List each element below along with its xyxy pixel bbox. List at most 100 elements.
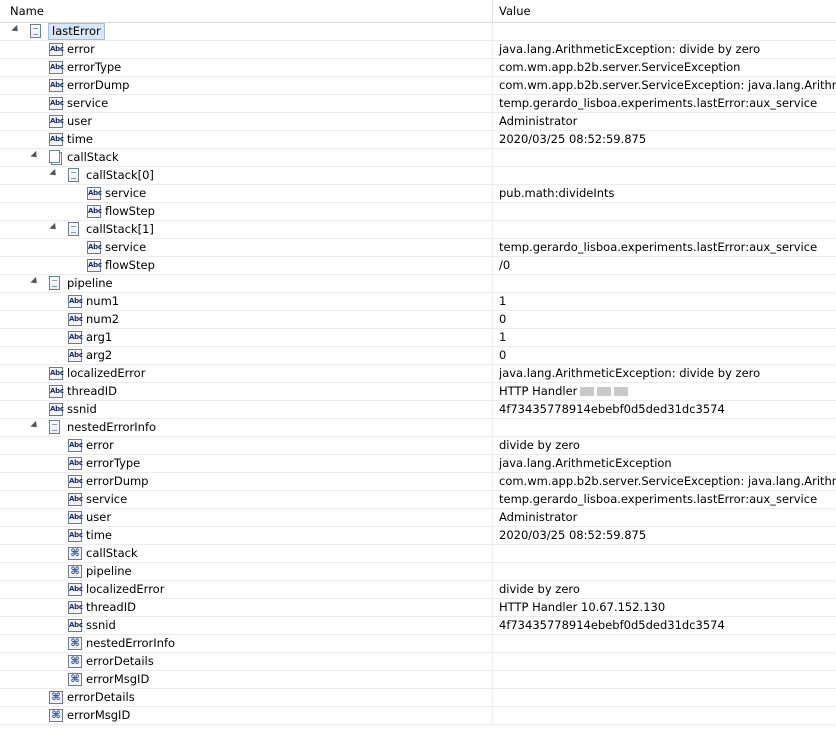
tree-row[interactable]: callStack[1] (0, 221, 836, 239)
tree-row[interactable]: Abc user Administrator (0, 113, 836, 131)
tree-row[interactable]: ⌘ errorMsgID (0, 671, 836, 689)
tree-row[interactable]: Abc localizedError divide by zero (0, 581, 836, 599)
tree-row[interactable]: Abc threadID HTTP Handler (0, 383, 836, 401)
tree-row[interactable]: ⌘ nestedErrorInfo (0, 635, 836, 653)
field-value: Administrator (499, 510, 578, 524)
column-header-value[interactable]: Value (493, 0, 836, 22)
field-name: localizedError (86, 582, 165, 596)
expand-toggle-icon[interactable] (30, 150, 40, 161)
field-value: temp.gerardo_lisboa.experiments.lastErro… (499, 96, 818, 110)
tree-row[interactable]: pipeline (0, 275, 836, 293)
object-field-icon: ⌘ (49, 691, 63, 704)
tree-row[interactable]: Abc flowStep (0, 203, 836, 221)
field-name: callStack[0] (86, 168, 154, 182)
tree-row[interactable]: Abc error java.lang.ArithmeticException: d… (0, 41, 836, 59)
value-cell: 4f73435778914ebebf0d5ded31dc3574 (493, 401, 836, 418)
name-cell: Abc flowStep (0, 203, 493, 220)
value-cell: HTTP Handler 10.67.152.130 (493, 599, 836, 616)
field-value: com.wm.app.b2b.server.ServiceException: … (499, 78, 836, 92)
tree-row[interactable]: ⌘ errorDetails (0, 689, 836, 707)
tree-row[interactable]: Abc service temp.gerardo_lisboa.experiment… (0, 491, 836, 509)
document-list-icon (49, 150, 60, 163)
tree-row[interactable]: Abc errorDump com.wm.app.b2b.server.Servic… (0, 77, 836, 95)
field-value: com.wm.app.b2b.server.ServiceException (499, 60, 741, 74)
tree-row[interactable]: Abc error divide by zero (0, 437, 836, 455)
expand-toggle-icon[interactable] (30, 420, 40, 431)
column-header-name[interactable]: Name (0, 0, 493, 22)
field-value: Administrator (499, 114, 578, 128)
tree-row[interactable]: nestedErrorInfo (0, 419, 836, 437)
tree-row[interactable]: Abc errorType java.lang.ArithmeticExceptio… (0, 455, 836, 473)
field-value: /0 (499, 258, 511, 272)
field-value: 4f73435778914ebebf0d5ded31dc3574 (499, 402, 725, 416)
field-name: num2 (86, 312, 120, 326)
value-cell: 2020/03/25 08:52:59.875 (493, 527, 836, 544)
expand-toggle-icon[interactable] (11, 24, 21, 35)
tree-row[interactable]: callStack[0] (0, 167, 836, 185)
value-cell: divide by zero (493, 437, 836, 454)
name-cell: Abc flowStep (0, 257, 493, 274)
tree-row[interactable]: Abc ssnid 4f73435778914ebebf0d5ded31dc3574 (0, 401, 836, 419)
document-icon (68, 222, 79, 236)
object-field-icon: ⌘ (68, 547, 82, 560)
field-name: nestedErrorInfo (86, 636, 176, 650)
name-cell: Abc service (0, 239, 493, 256)
tree-row[interactable]: Abc ssnid 4f73435778914ebebf0d5ded31dc3574 (0, 617, 836, 635)
field-value: HTTP Handler (499, 384, 578, 398)
tree-row[interactable]: ⌘ callStack (0, 545, 836, 563)
name-cell: callStack (0, 149, 493, 166)
name-cell: Abc time (0, 527, 493, 544)
tree-row[interactable]: Abc service pub.math:divideInts (0, 185, 836, 203)
pipeline-tree-table: Name Value lastError Abc error java.lang.Ar… (0, 0, 836, 742)
tree-row[interactable]: lastError (0, 23, 836, 41)
name-cell: Abc user (0, 113, 493, 130)
field-value: 2020/03/25 08:52:59.875 (499, 528, 647, 542)
value-cell (493, 167, 836, 184)
tree-row[interactable]: Abc num1 1 (0, 293, 836, 311)
field-name: time (67, 132, 93, 146)
tree-row[interactable]: Abc localizedError java.lang.ArithmeticExc… (0, 365, 836, 383)
string-field-icon: Abc (68, 457, 83, 470)
tree-row[interactable]: Abc threadID HTTP Handler 10.67.152.130 (0, 599, 836, 617)
name-cell: Abc arg1 (0, 329, 493, 346)
tree-row[interactable]: Abc errorType com.wm.app.b2b.server.Servic… (0, 59, 836, 77)
string-field-icon: Abc (49, 385, 64, 398)
string-field-icon: Abc (49, 115, 64, 128)
name-cell: Abc time (0, 131, 493, 148)
field-value: 1 (499, 330, 507, 344)
tree-row[interactable]: Abc user Administrator (0, 509, 836, 527)
tree-row[interactable]: Abc arg2 0 (0, 347, 836, 365)
tree-row[interactable]: Abc num2 0 (0, 311, 836, 329)
tree-row[interactable]: ⌘ errorDetails (0, 653, 836, 671)
tree-row[interactable]: Abc service temp.gerardo_lisboa.experiment… (0, 239, 836, 257)
name-cell: Abc ssnid (0, 401, 493, 418)
field-name: ssnid (86, 618, 116, 632)
expand-toggle-icon[interactable] (49, 168, 59, 179)
tree-row[interactable]: Abc time 2020/03/25 08:52:59.875 (0, 527, 836, 545)
value-cell: java.lang.ArithmeticException: divide by… (493, 41, 836, 58)
name-cell: Abc num2 (0, 311, 493, 328)
tree-row[interactable]: Abc flowStep/0 (0, 257, 836, 275)
tree-rows: lastError Abc error java.lang.ArithmeticExc… (0, 23, 836, 725)
field-value: 0 (499, 312, 507, 326)
name-cell: Abc errorDump (0, 77, 493, 94)
value-cell (493, 203, 836, 220)
expand-toggle-icon[interactable] (30, 276, 40, 287)
tree-row[interactable]: ⌘ pipeline (0, 563, 836, 581)
field-name: lastError (48, 23, 105, 40)
tree-row[interactable]: Abc arg1 1 (0, 329, 836, 347)
tree-row[interactable]: Abc time 2020/03/25 08:52:59.875 (0, 131, 836, 149)
tree-row[interactable]: Abc service temp.gerardo_lisboa.experiment… (0, 95, 836, 113)
string-field-icon: Abc (68, 529, 83, 542)
tree-row[interactable]: Abc errorDump com.wm.app.b2b.server.Servic… (0, 473, 836, 491)
tree-row[interactable]: ⌘ errorMsgID (0, 707, 836, 725)
name-cell: nestedErrorInfo (0, 419, 493, 436)
tree-row[interactable]: callStack (0, 149, 836, 167)
value-cell: 4f73435778914ebebf0d5ded31dc3574 (493, 617, 836, 634)
name-cell: ⌘ errorDetails (0, 653, 493, 670)
string-field-icon: Abc (68, 493, 83, 506)
value-cell (493, 653, 836, 670)
name-cell: callStack[1] (0, 221, 493, 238)
expand-toggle-icon[interactable] (49, 222, 59, 233)
value-cell (493, 563, 836, 580)
